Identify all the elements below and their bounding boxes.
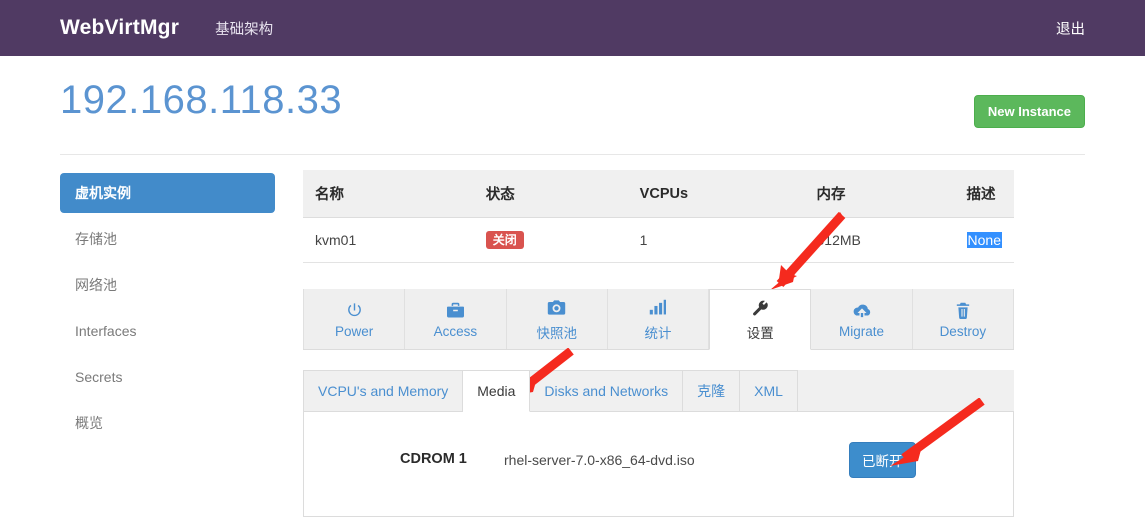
bar-chart-icon [649, 297, 667, 319]
cdrom-connect-button[interactable]: 已断开 [849, 442, 916, 478]
cdrom-iso-name: rhel-server-7.0-x86_64-dvd.iso [504, 452, 695, 468]
trash-icon [955, 299, 971, 321]
table-row[interactable]: kvm01 关闭 1 512MB None [303, 217, 1014, 263]
tab-settings[interactable]: 设置 [709, 289, 812, 350]
subtab-disks-and-networks[interactable]: Disks and Networks [530, 370, 684, 411]
column-header-name: 名称 [303, 170, 474, 218]
settings-sub-tabs: VCPU's and Memory Media Disks and Networ… [303, 370, 1014, 412]
tab-statistics-label: 统计 [644, 325, 672, 341]
sidebar: 虚机实例 存储池 网络池 Interfaces Secrets 概览 [60, 173, 275, 449]
page-header: 192.168.118.33 New Instance [60, 78, 1085, 155]
tab-migrate[interactable]: Migrate [811, 289, 913, 349]
tab-destroy[interactable]: Destroy [912, 289, 1014, 349]
tab-power[interactable]: Power [303, 289, 406, 349]
tab-migrate-label: Migrate [839, 324, 885, 339]
power-icon [346, 299, 363, 321]
sidebar-item-network-pools[interactable]: 网络池 [60, 265, 275, 305]
cell-instance-state: 关闭 [473, 217, 628, 263]
cell-instance-name[interactable]: kvm01 [303, 217, 474, 263]
tab-access-label: Access [433, 324, 478, 339]
briefcase-icon [446, 299, 465, 321]
sidebar-item-instances[interactable]: 虚机实例 [60, 173, 275, 213]
sidebar-item-storage-pools[interactable]: 存储池 [60, 219, 275, 259]
media-tab-content: CDROM 1 rhel-server-7.0-x86_64-dvd.iso 已… [303, 412, 1014, 517]
instance-action-tabs: Power Access 快照池 统计 设置 Migrate Destroy [303, 289, 1014, 350]
column-header-state: 状态 [473, 170, 628, 218]
tab-access[interactable]: Access [405, 289, 507, 349]
tab-settings-label: 设置 [746, 326, 774, 341]
tab-snapshots[interactable]: 快照池 [506, 289, 608, 349]
subtab-vcpus-and-memory[interactable]: VCPU's and Memory [303, 370, 464, 411]
tab-statistics[interactable]: 统计 [607, 289, 710, 349]
settings-panel: VCPU's and Memory Media Disks and Networ… [303, 370, 1014, 517]
nav-item-logout[interactable]: 退出 [1056, 22, 1085, 38]
column-header-vcpus: VCPUs [627, 170, 805, 218]
sidebar-item-secrets[interactable]: Secrets [60, 357, 275, 397]
cdrom-row: CDROM 1 rhel-server-7.0-x86_64-dvd.iso 已… [304, 438, 1013, 486]
column-header-memory: 内存 [804, 170, 955, 218]
sidebar-item-overview[interactable]: 概览 [60, 403, 275, 443]
tab-power-label: Power [335, 324, 374, 339]
instances-table: 名称 状态 VCPUs 内存 描述 kvm01 关闭 1 512MB None [303, 170, 1014, 263]
cell-instance-vcpus: 1 [627, 217, 805, 263]
description-value: None [966, 232, 1002, 248]
app-brand[interactable]: WebVirtMgr [60, 16, 179, 40]
nav-item-infrastructure[interactable]: 基础架构 [215, 18, 273, 39]
status-badge: 关闭 [485, 231, 524, 249]
page-title: 192.168.118.33 [60, 78, 343, 122]
subtab-media[interactable]: Media [463, 370, 531, 412]
top-navbar: WebVirtMgr 基础架构 退出 [0, 0, 1145, 56]
tab-snapshots-label: 快照池 [536, 325, 577, 341]
tab-destroy-label: Destroy [939, 324, 987, 339]
main-content: 名称 状态 VCPUs 内存 描述 kvm01 关闭 1 512MB None [303, 170, 1014, 263]
wrench-icon [752, 297, 769, 319]
cell-instance-description: None [954, 217, 1014, 263]
subtabs-filler [797, 370, 1014, 411]
cdrom-device-label: CDROM 1 [400, 451, 467, 467]
new-instance-button[interactable]: New Instance [973, 95, 1085, 128]
cloud-upload-icon [852, 299, 872, 321]
camera-icon [547, 297, 566, 319]
cell-instance-memory: 512MB [804, 217, 955, 263]
subtab-xml[interactable]: XML [740, 370, 798, 411]
table-header-row: 名称 状态 VCPUs 内存 描述 [303, 170, 1014, 218]
sidebar-item-interfaces[interactable]: Interfaces [60, 311, 275, 351]
subtab-clone[interactable]: 克隆 [683, 370, 741, 411]
column-header-description: 描述 [954, 170, 1014, 218]
